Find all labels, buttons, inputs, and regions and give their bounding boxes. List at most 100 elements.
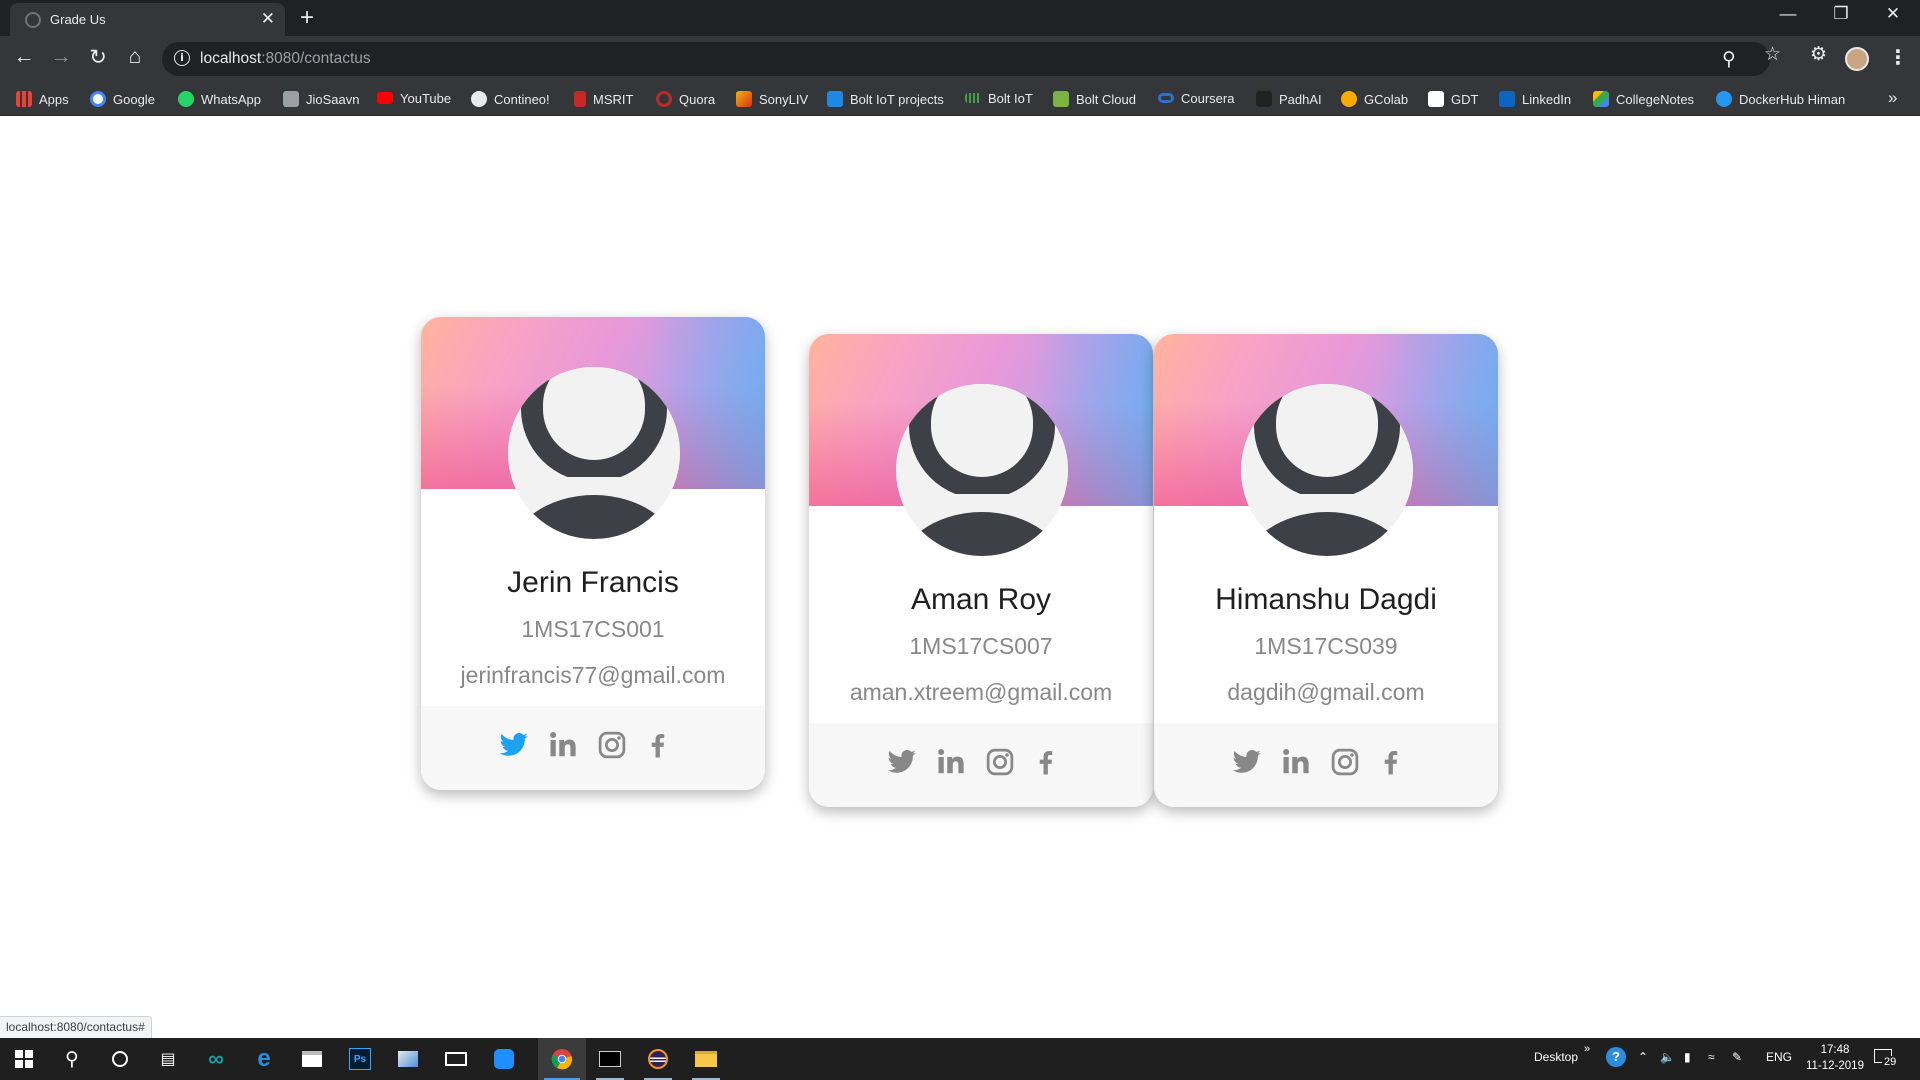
contact-name: Himanshu Dagdi (1215, 583, 1437, 616)
bookmark-jiosaavn[interactable]: JioSaavn (283, 91, 359, 107)
tab-title: Grade Us (50, 12, 106, 27)
avatar (1241, 384, 1413, 556)
browser-menu-icon[interactable]: ⋮ (1888, 45, 1908, 70)
bookmark-gcolab[interactable]: GColab (1341, 91, 1408, 107)
facebook-icon[interactable] (643, 730, 673, 760)
bookmark-apps[interactable]: Apps (16, 91, 69, 107)
help-icon[interactable]: ? (1606, 1047, 1626, 1067)
bookmark-star-icon[interactable]: ☆ (1764, 43, 1781, 66)
language-indicator[interactable]: ENG (1766, 1050, 1792, 1064)
instagram-icon[interactable] (985, 747, 1015, 777)
arduino-icon[interactable]: ∞ (192, 1038, 240, 1080)
photoshop-icon[interactable]: Ps (336, 1038, 384, 1080)
bookmark-bolt-iot-projects[interactable]: Bolt IoT projects (827, 91, 944, 107)
bookmark-google[interactable]: Google (90, 91, 155, 107)
store-icon[interactable] (288, 1038, 336, 1080)
contact-email: dagdih@gmail.com (1227, 679, 1425, 705)
link-status-bubble: localhost:8080/contactus# (0, 1016, 152, 1038)
home-icon[interactable]: ⌂ (121, 45, 149, 69)
clock[interactable]: 17:48 11-12-2019 (1800, 1042, 1870, 1074)
reload-icon[interactable]: ↻ (84, 45, 112, 70)
signal-icon (965, 93, 981, 103)
bookmark-msrit[interactable]: MSRIT (574, 91, 633, 107)
bookmark-youtube[interactable]: YouTube (377, 91, 451, 106)
bolt-cloud-icon (1053, 91, 1069, 107)
avatar (508, 367, 680, 539)
globe-icon (25, 12, 41, 28)
eclipse-icon[interactable] (634, 1038, 682, 1080)
contact-card-2: Aman Roy 1MS17CS007 aman.xtreem@gmail.co… (809, 334, 1153, 807)
bookmark-contineo[interactable]: Contineo! (471, 91, 550, 107)
browser-toolbar: ← → ↻ ⌂ i localhost:8080/contactus ⚲ ☆ ⚙… (0, 36, 1920, 82)
battery-icon[interactable]: ▮ (1684, 1050, 1691, 1064)
facebook-icon[interactable] (1376, 747, 1406, 777)
contineo-icon (471, 91, 487, 107)
address-bar[interactable]: i localhost:8080/contactus ⚲ (162, 42, 1770, 76)
twitter-icon[interactable] (1232, 747, 1262, 777)
pen-icon[interactable]: ✎ (1732, 1050, 1742, 1064)
search-icon[interactable]: ⚲ (48, 1038, 96, 1080)
windows-start-icon[interactable] (0, 1038, 48, 1080)
bookmark-gdt[interactable]: GDT (1428, 91, 1478, 107)
task-view-icon[interactable]: ▤ (144, 1038, 192, 1080)
skype-icon[interactable] (480, 1038, 528, 1080)
browser-tab[interactable]: Grade Us ✕ (10, 3, 285, 36)
forward-icon[interactable]: → (47, 45, 75, 69)
installer-icon[interactable] (384, 1038, 432, 1080)
tab-close-icon[interactable]: ✕ (261, 9, 275, 29)
instagram-icon[interactable] (1330, 747, 1360, 777)
social-links (1154, 723, 1498, 807)
msrit-icon (574, 91, 586, 107)
site-info-icon[interactable]: i (174, 50, 190, 66)
avatar-placeholder-icon (508, 367, 680, 539)
profile-avatar[interactable] (1845, 47, 1869, 71)
action-center-icon[interactable]: 29 (1872, 1046, 1900, 1070)
extensions-icon[interactable]: ⚙ (1810, 43, 1827, 66)
avatar (896, 384, 1068, 556)
url-text[interactable]: localhost:8080/contactus (200, 50, 371, 68)
desktop-toolbar-label[interactable]: Desktop (1534, 1050, 1578, 1064)
mail-icon[interactable] (432, 1038, 480, 1080)
bookmark-sonyliv[interactable]: SonyLIV (736, 91, 808, 107)
file-explorer-icon[interactable] (682, 1038, 730, 1080)
bookmark-bolt-cloud[interactable]: Bolt Cloud (1053, 91, 1136, 107)
chrome-taskbar-icon[interactable] (538, 1038, 586, 1080)
bookmark-collegenotes[interactable]: CollegeNotes (1593, 91, 1694, 107)
bookmark-bolt-iot[interactable]: Bolt IoT (965, 91, 1033, 106)
bookmark-quora[interactable]: Quora (656, 91, 715, 107)
contact-usn: 1MS17CS007 (909, 633, 1053, 659)
back-icon[interactable]: ← (10, 45, 38, 69)
docker-icon (1716, 91, 1732, 107)
new-tab-button[interactable]: + (300, 4, 314, 32)
youtube-icon (377, 92, 393, 104)
volume-icon[interactable]: 🔈 (1660, 1050, 1675, 1064)
minimize-icon[interactable]: — (1773, 4, 1803, 24)
tray-chevron-up-icon[interactable]: ⌃ (1638, 1050, 1648, 1064)
twitter-icon[interactable] (499, 730, 529, 760)
window-close-icon[interactable]: ✕ (1878, 4, 1908, 24)
restore-icon[interactable]: ❐ (1826, 4, 1856, 24)
linkedin-icon[interactable] (548, 730, 578, 760)
bookmarks-overflow-icon[interactable]: » (1888, 88, 1897, 108)
cortana-icon[interactable] (96, 1038, 144, 1080)
bookmark-linkedin[interactable]: LinkedIn (1499, 91, 1571, 107)
instagram-icon[interactable] (597, 730, 627, 760)
wifi-icon[interactable]: ≈ (1708, 1050, 1715, 1064)
chevron-icon[interactable]: » (1584, 1043, 1590, 1055)
bookmark-coursera[interactable]: Coursera (1158, 91, 1234, 106)
facebook-icon[interactable] (1031, 747, 1061, 777)
contact-name: Jerin Francis (507, 566, 679, 599)
social-links (809, 723, 1153, 807)
linkedin-icon[interactable] (936, 747, 966, 777)
notification-count: 29 (1882, 1056, 1899, 1068)
bookmark-dockerhub[interactable]: DockerHub Himan (1716, 91, 1845, 107)
bookmark-padhai[interactable]: PadhAI (1256, 91, 1322, 107)
avatar-placeholder-icon (1241, 384, 1413, 556)
twitter-icon[interactable] (887, 747, 917, 777)
zoom-icon[interactable]: ⚲ (1722, 48, 1736, 71)
edge-icon[interactable]: e (240, 1038, 288, 1080)
bookmark-whatsapp[interactable]: WhatsApp (178, 91, 261, 107)
jiosaavn-icon (283, 91, 299, 107)
terminal-icon[interactable] (586, 1038, 634, 1080)
linkedin-icon[interactable] (1281, 747, 1311, 777)
